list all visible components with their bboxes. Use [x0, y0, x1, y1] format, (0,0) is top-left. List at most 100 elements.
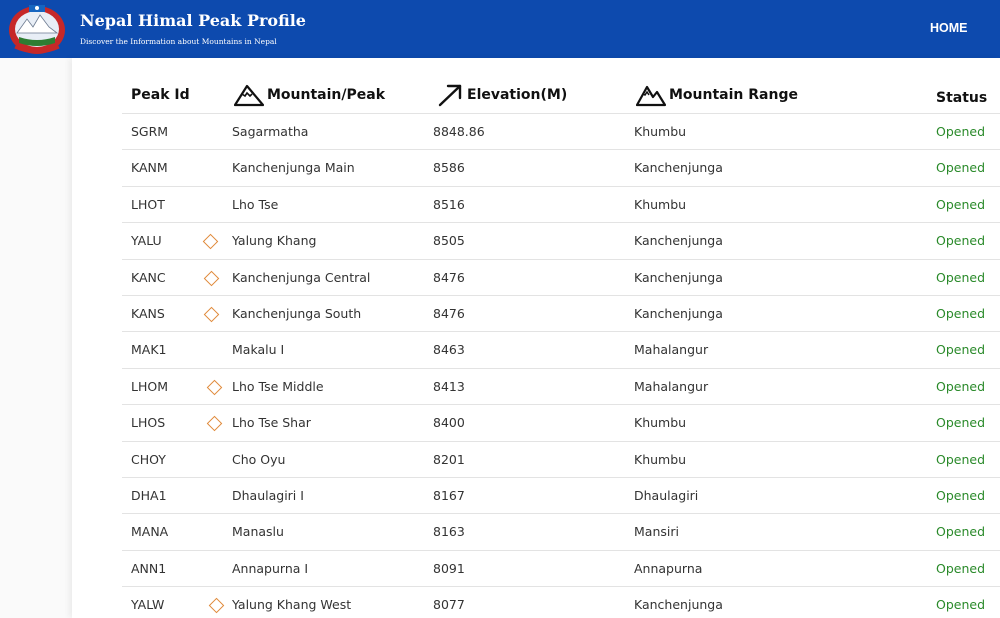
site-title[interactable]: Nepal Himal Peak Profile [80, 11, 306, 30]
col-header-peak-id[interactable]: Peak Id [131, 80, 190, 110]
col-header-mountain[interactable]: Mountain/Peak [234, 80, 385, 110]
table-row[interactable]: MANA Manaslu 8163 Mansiri Opened [122, 513, 1000, 549]
range-cell: Kanchenjunga [634, 269, 723, 285]
table-row[interactable]: MAK1 Makalu I 8463 Mahalangur Opened [122, 331, 1000, 367]
status-cell: Opened [936, 597, 986, 613]
peak-id-cell: LHOT [131, 196, 165, 212]
nav-home-link[interactable]: HOME [930, 21, 968, 35]
col-header-status-label: Status [936, 90, 988, 106]
peak-id-cell: SGRM [131, 124, 169, 139]
peak-id-cell: LHOS [131, 415, 166, 431]
elevation-cell: 8476 [433, 269, 465, 285]
range-cell: Kanchenjunga [634, 233, 723, 249]
status-cell: Opened [936, 451, 986, 467]
status-cell: Opened [936, 488, 986, 503]
nepal-emblem-logo[interactable] [7, 3, 67, 55]
table-row[interactable]: YALW Yalung Khang West 8077 Kanchenjunga Ope… [122, 586, 1000, 618]
peak-name-cell: Kanchenjunga Central [232, 269, 371, 285]
elevation-cell: 8163 [433, 524, 465, 540]
peak-id-cell: DHA1 [131, 488, 167, 503]
status-cell: Opened [936, 524, 986, 540]
range-cell: Khumbu [634, 415, 687, 431]
table-row[interactable]: KANS Kanchenjunga South 8476 Kanchenjunga Op… [122, 295, 1000, 331]
range-cell: Mansiri [634, 524, 679, 540]
peak-id-cell: YALW [131, 597, 165, 613]
range-cell: Dhaulagiri [634, 488, 699, 503]
range-cell: Kanchenjunga [634, 597, 723, 613]
elevation-cell: 8586 [433, 160, 465, 176]
status-cell: Opened [936, 233, 986, 249]
table-row[interactable]: YALU Yalung Khang 8505 Kanchenjunga Opened [122, 222, 1000, 258]
status-cell: Opened [936, 160, 986, 176]
peak-name-cell: Yalung Khang West [232, 597, 352, 613]
peak-id-cell: ANN1 [131, 560, 167, 576]
col-header-peak-id-label: Peak Id [131, 87, 190, 103]
status-cell: Opened [936, 124, 986, 139]
arrow-up-right-icon [438, 84, 462, 107]
elevation-cell: 8848.86 [433, 124, 485, 139]
elevation-cell: 8400 [433, 415, 465, 431]
diamond-marker-icon [202, 233, 219, 250]
elevation-cell: 8077 [433, 597, 465, 613]
status-cell: Opened [936, 269, 986, 285]
mountain-icon [234, 84, 264, 107]
table-row[interactable]: DHA1 Dhaulagiri I 8167 Dhaulagiri Opened [122, 477, 1000, 513]
table-row[interactable]: ANN1 Annapurna I 8091 Annapurna Opened [122, 549, 1000, 586]
peak-name-cell: Lho Tse Shar [232, 415, 311, 431]
peak-name-cell: Sagarmatha [232, 124, 309, 139]
table-row[interactable]: LHOT Lho Tse 8516 Khumbu Opened [122, 185, 1000, 222]
range-cell: Khumbu [634, 451, 687, 467]
table-row[interactable]: KANM Kanchenjunga Main 8586 Kanchenjunga Ope… [122, 149, 1000, 185]
peak-id-cell: CHOY [131, 451, 166, 467]
status-cell: Opened [936, 342, 986, 358]
table-row[interactable]: LHOS Lho Tse Shar 8400 Khumbu Opened [122, 404, 1000, 440]
status-cell: Opened [936, 196, 986, 212]
elevation-cell: 8463 [433, 342, 465, 358]
table-row[interactable]: CHOY Cho Oyu 8201 Khumbu Opened [122, 440, 1000, 477]
table-row[interactable]: SGRM Sagarmatha 8848.86 Khumbu Opened [122, 113, 1000, 149]
status-cell: Opened [936, 378, 986, 394]
table-row[interactable]: KANC Kanchenjunga Central 8476 Kanchenjunga… [122, 258, 1000, 295]
diamond-marker-icon [206, 415, 223, 432]
elevation-cell: 8413 [433, 378, 465, 394]
peak-id-cell: MANA [131, 524, 169, 540]
status-cell: Opened [936, 306, 986, 321]
col-header-mountain-label: Mountain/Peak [267, 87, 386, 103]
table-row[interactable]: LHOM Lho Tse Middle 8413 Mahalangur Opened [122, 367, 1000, 404]
mountain-range-icon [636, 85, 666, 107]
diamond-marker-icon [203, 306, 220, 323]
elevation-cell: 8091 [433, 560, 465, 576]
range-cell: Khumbu [634, 124, 687, 139]
col-header-elevation[interactable]: Elevation(M) [438, 80, 567, 110]
elevation-cell: 8476 [433, 306, 465, 321]
site-subtitle: Discover the Information about Mountains… [80, 37, 277, 46]
peak-name-cell: Manaslu [232, 524, 284, 540]
peak-id-cell: MAK1 [131, 342, 167, 358]
range-cell: Kanchenjunga [634, 160, 723, 176]
range-cell: Khumbu [634, 196, 687, 212]
range-cell: Mahalangur [634, 342, 709, 358]
peak-name-cell: Yalung Khang [232, 233, 317, 249]
diamond-marker-icon [208, 597, 225, 614]
peak-name-cell: Annapurna I [232, 560, 309, 576]
peak-id-cell: LHOM [131, 378, 168, 394]
peak-id-cell: KANC [131, 269, 166, 285]
col-header-status[interactable]: Status [936, 83, 987, 113]
peak-name-cell: Makalu I [232, 342, 285, 358]
peak-name-cell: Dhaulagiri I [232, 488, 304, 503]
peak-name-cell: Kanchenjunga South [232, 306, 362, 321]
col-header-range[interactable]: Mountain Range [636, 80, 798, 110]
diamond-marker-icon [206, 379, 223, 396]
range-cell: Annapurna [634, 560, 703, 576]
elevation-cell: 8167 [433, 488, 465, 503]
status-cell: Opened [936, 415, 986, 431]
peak-id-cell: KANM [131, 160, 168, 176]
status-cell: Opened [936, 560, 986, 576]
range-cell: Kanchenjunga [634, 306, 723, 321]
elevation-cell: 8516 [433, 196, 465, 212]
range-cell: Mahalangur [634, 378, 709, 394]
peak-name-cell: Lho Tse Middle [232, 378, 324, 394]
peak-id-cell: YALU [131, 233, 162, 249]
col-header-range-label: Mountain Range [669, 87, 798, 103]
top-navbar: Nepal Himal Peak Profile Discover the In… [0, 0, 1000, 58]
